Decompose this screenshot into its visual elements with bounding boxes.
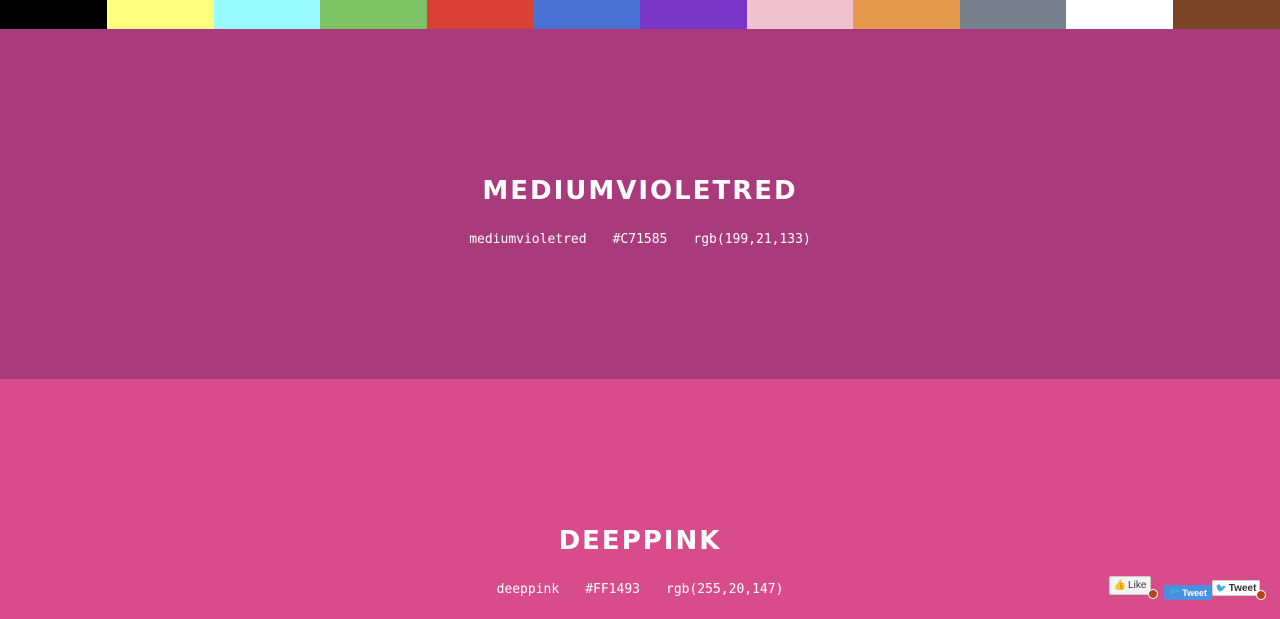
like-label: Like [1128,580,1147,591]
color-rgb: rgb(199,21,133) [693,232,811,247]
twitter-bird-icon: 🐦 [1215,582,1227,593]
blocked-badge-icon [1148,589,1158,599]
thumbs-up-icon: 👍 [1113,579,1127,591]
color-swatch-bar [0,0,1280,29]
color-section-mediumvioletred: MEDIUMVIOLETRED mediumvioletred #C71585 … [0,29,1280,379]
swatch-black[interactable] [0,0,107,29]
color-keyword: deeppink [496,582,560,597]
blocked-badge-icon [1256,590,1266,600]
facebook-like-button[interactable]: 👍 Like [1109,576,1151,595]
swatch-purple[interactable] [640,0,747,29]
swatch-gray[interactable] [960,0,1066,29]
tweet-label: Tweet [1228,582,1257,594]
social-share-buttons: 👍 Like 🐦 Tweet 🐦 Tweet [1108,575,1272,603]
color-keyword: mediumvioletred [469,232,587,247]
color-values: deeppink #FF1493 rgb(255,20,147) [0,582,1280,597]
tweet-button-secondary[interactable]: 🐦 Tweet [1212,580,1260,596]
color-hex: #FF1493 [585,582,640,597]
swatch-yellow[interactable] [107,0,214,29]
color-title: MEDIUMVIOLETRED [482,176,798,206]
color-hex: #C71585 [612,232,668,247]
tweet-label: Tweet [1182,587,1208,598]
swatch-cyan[interactable] [214,0,320,29]
swatch-brown[interactable] [1173,0,1280,29]
swatch-orange[interactable] [853,0,960,29]
swatch-white[interactable] [1066,0,1173,29]
swatch-pink[interactable] [747,0,853,29]
swatch-green[interactable] [320,0,427,29]
tweet-button[interactable]: 🐦 Tweet [1164,585,1212,600]
swatch-blue[interactable] [533,0,640,29]
color-values: mediumvioletred #C71585 rgb(199,21,133) [0,232,1280,247]
twitter-bird-icon: 🐦 [1168,587,1181,597]
color-section-deeppink: DEEPPINK deeppink #FF1493 rgb(255,20,147… [0,379,1280,619]
swatch-red[interactable] [427,0,533,29]
color-title: DEEPPINK [558,526,722,556]
color-rgb: rgb(255,20,147) [666,582,784,597]
